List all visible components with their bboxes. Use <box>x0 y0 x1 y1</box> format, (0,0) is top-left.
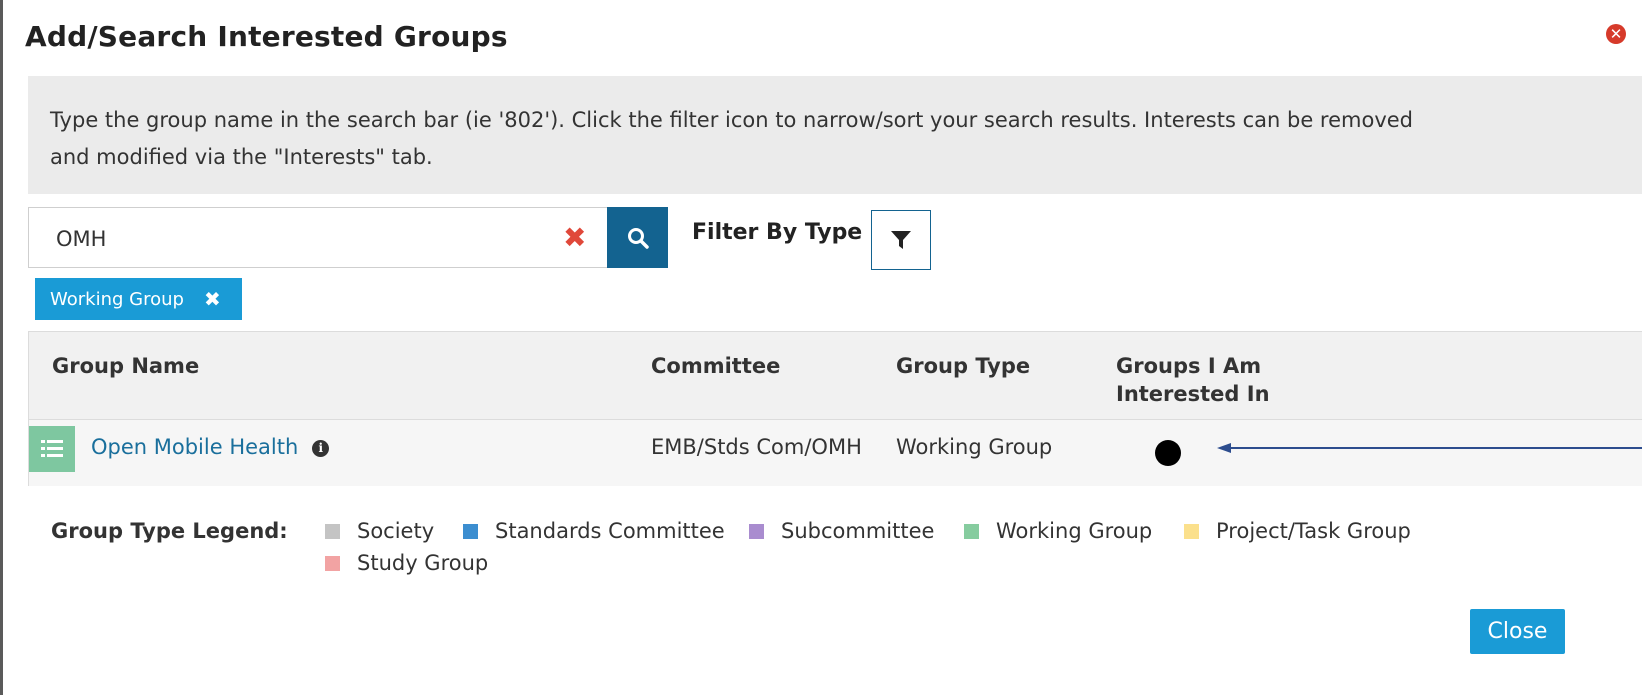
header-group-name[interactable]: Group Name <box>52 352 199 380</box>
legend-item-label: Society <box>357 519 435 543</box>
legend-item-label: Standards Committee <box>495 519 725 543</box>
instructions-line-2: and modified via the "Interests" tab. <box>50 145 433 169</box>
clear-x-icon[interactable]: ✖ <box>563 220 586 256</box>
group-name-cell: Open Mobile Health i <box>91 432 330 462</box>
group-name-link[interactable]: Open Mobile Health <box>91 435 298 459</box>
search-input[interactable] <box>54 218 538 260</box>
legend-item-study-group: Study Group <box>325 551 488 575</box>
legend-item-society: Society <box>325 519 434 543</box>
legend-item-label: Project/Task Group <box>1216 519 1411 543</box>
legend-swatch <box>463 523 478 539</box>
legend-item-label: Study Group <box>357 551 489 575</box>
interested-marker-dot[interactable] <box>1155 440 1181 466</box>
active-filter-chip: Working Group ✖ <box>35 278 242 320</box>
chip-label: Working Group <box>50 288 184 310</box>
legend-item-standards-committee: Standards Committee <box>463 519 725 543</box>
modal-title: Add/Search Interested Groups <box>25 20 508 53</box>
info-icon[interactable]: i <box>312 440 330 457</box>
table-header: Group Name Committee Group Type Groups I… <box>29 332 1642 420</box>
list-icon <box>29 426 75 472</box>
legend-item-label: Working Group <box>996 519 1153 543</box>
legend-item-working-group: Working Group <box>964 519 1152 543</box>
legend-swatch <box>325 555 340 571</box>
groups-table: Group Name Committee Group Type Groups I… <box>28 331 1642 486</box>
legend-swatch <box>964 523 979 539</box>
remove-x-icon[interactable]: ✖ <box>204 287 221 311</box>
filter-by-type-label: Filter By Type <box>692 220 863 245</box>
legend-item-label: Subcommittee <box>781 519 935 543</box>
header-group-type[interactable]: Group Type <box>896 352 1030 380</box>
header-interested-line-2: Interested In <box>1116 382 1270 406</box>
instructions-line-1: Type the group name in the search bar (i… <box>50 108 1414 132</box>
legend-swatch <box>1184 523 1199 539</box>
header-interested-line-1: Groups I Am <box>1116 354 1262 378</box>
table-row: Open Mobile Health i EMB/Stds Com/OMH Wor… <box>29 420 1642 486</box>
add-search-groups-modal: Add/Search Interested Groups ✕ Type the … <box>0 0 1642 695</box>
search-box: ✖ <box>28 207 608 268</box>
group-type-cell: Working Group <box>896 435 1053 459</box>
legend-label: Group Type Legend: <box>51 519 288 543</box>
header-interested[interactable]: Groups I Am Interested In <box>1116 352 1270 408</box>
committee-cell: EMB/Stds Com/OMH <box>651 435 862 459</box>
instructions-box: Type the group name in the search bar (i… <box>28 76 1642 194</box>
legend-swatch <box>325 523 340 539</box>
legend-item-project-task-group: Project/Task Group <box>1184 519 1411 543</box>
close-circle-icon[interactable]: ✕ <box>1606 24 1626 44</box>
filter-button[interactable] <box>871 210 931 270</box>
search-button[interactable] <box>607 207 668 268</box>
close-button[interactable]: Close <box>1470 609 1565 654</box>
search-icon <box>627 227 649 249</box>
legend-item-subcommittee: Subcommittee <box>749 519 934 543</box>
header-committee[interactable]: Committee <box>651 352 780 380</box>
filter-funnel-icon <box>891 231 911 249</box>
annotation-arrow <box>1217 443 1642 453</box>
legend-swatch <box>749 523 764 539</box>
